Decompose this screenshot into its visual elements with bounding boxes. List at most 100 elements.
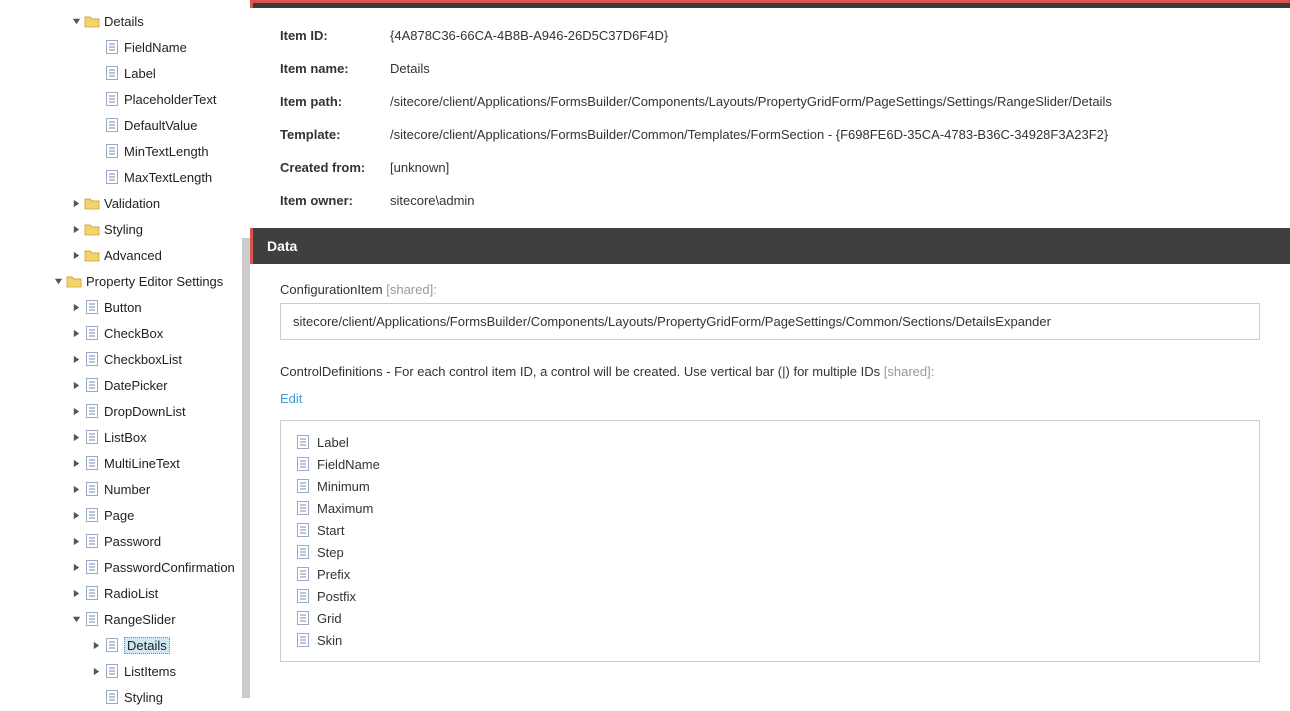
tree-node-rangeslider[interactable]: RangeSlider xyxy=(12,606,250,632)
qi-label-created-from: Created from: xyxy=(280,160,390,175)
list-item[interactable]: Postfix xyxy=(295,585,1245,607)
doc-icon xyxy=(295,456,311,472)
doc-icon xyxy=(104,117,120,133)
tree-node-leaf[interactable]: FieldName xyxy=(12,34,250,60)
doc-icon xyxy=(104,91,120,107)
tree-node-leaf[interactable]: RadioList xyxy=(12,580,250,606)
tree-node-leaf[interactable]: Password xyxy=(12,528,250,554)
tree-node-rs-listitems[interactable]: ListItems xyxy=(12,658,250,684)
tree-node-leaf[interactable]: Label xyxy=(12,60,250,86)
list-item[interactable]: Label xyxy=(295,431,1245,453)
tree-node-leaf[interactable]: DropDownList xyxy=(12,398,250,424)
ribbon-edge xyxy=(250,0,1290,8)
doc-icon xyxy=(104,65,120,81)
tri-right-icon[interactable] xyxy=(70,379,82,391)
tree-node-rs-details[interactable]: Details xyxy=(12,632,250,658)
tree-node-advanced[interactable]: Advanced xyxy=(12,242,250,268)
tri-right-icon[interactable] xyxy=(90,665,102,677)
tree-node-leaf[interactable]: PlaceholderText xyxy=(12,86,250,112)
tri-right-icon[interactable] xyxy=(70,509,82,521)
qi-value-item-path[interactable]: /sitecore/client/Applications/FormsBuild… xyxy=(390,94,1260,109)
tree-node-rs-styling[interactable]: Styling xyxy=(12,684,250,710)
tree-label: DefaultValue xyxy=(124,118,197,133)
tree-node-leaf[interactable]: MaxTextLength xyxy=(12,164,250,190)
sidebar-scrollbar[interactable] xyxy=(242,238,250,698)
content-tree-sidebar[interactable]: Details FieldName LabelPlaceholderText Def… xyxy=(0,0,250,711)
tri-down-icon[interactable] xyxy=(70,613,82,625)
tri-down-icon[interactable] xyxy=(52,275,64,287)
list-item-label: FieldName xyxy=(317,457,380,472)
tree-node-leaf[interactable]: CheckboxList xyxy=(12,346,250,372)
configurationitem-input[interactable] xyxy=(280,303,1260,340)
list-item[interactable]: Skin xyxy=(295,629,1245,651)
tri-right-icon[interactable] xyxy=(70,249,82,261)
qi-value-item-name: Details xyxy=(390,61,1260,76)
doc-icon xyxy=(295,588,311,604)
tri-right-icon[interactable] xyxy=(70,327,82,339)
doc-icon xyxy=(295,566,311,582)
doc-icon xyxy=(295,610,311,626)
tree-node-details[interactable]: Details xyxy=(12,8,250,34)
tri-right-icon[interactable] xyxy=(70,301,82,313)
list-item[interactable]: Grid xyxy=(295,607,1245,629)
section-header-data[interactable]: Data xyxy=(250,228,1290,264)
tri-right-icon[interactable] xyxy=(70,353,82,365)
list-item[interactable]: Prefix xyxy=(295,563,1245,585)
tree-node-leaf[interactable]: MultiLineText xyxy=(12,450,250,476)
tri-right-icon[interactable] xyxy=(70,535,82,547)
tree-label: Styling xyxy=(124,690,163,705)
doc-icon xyxy=(84,585,100,601)
doc-icon xyxy=(104,637,120,653)
list-item-label: Step xyxy=(317,545,344,560)
edit-link[interactable]: Edit xyxy=(280,391,302,406)
tree-label: DropDownList xyxy=(104,404,186,419)
list-item[interactable]: Step xyxy=(295,541,1245,563)
tree-node-validation[interactable]: Validation xyxy=(12,190,250,216)
doc-icon xyxy=(84,533,100,549)
qi-label-template: Template: xyxy=(280,127,390,142)
doc-icon xyxy=(295,522,311,538)
tree-label: MinTextLength xyxy=(124,144,209,159)
controldefinitions-list: Label FieldName MinimumMaximumStart Step Pre… xyxy=(280,420,1260,662)
tree-node-leaf[interactable]: CheckBox xyxy=(12,320,250,346)
tri-right-icon[interactable] xyxy=(70,223,82,235)
list-item-label: Postfix xyxy=(317,589,356,604)
list-item[interactable]: Minimum xyxy=(295,475,1245,497)
tri-down-icon[interactable] xyxy=(70,15,82,27)
qi-value-template[interactable]: /sitecore/client/Applications/FormsBuild… xyxy=(390,127,1260,142)
tree-label: Number xyxy=(104,482,150,497)
doc-icon xyxy=(104,169,120,185)
tri-right-icon[interactable] xyxy=(90,639,102,651)
tree-node-leaf[interactable]: DefaultValue xyxy=(12,112,250,138)
tri-right-icon[interactable] xyxy=(70,457,82,469)
tree-label: Property Editor Settings xyxy=(86,274,223,289)
section-header-label: Data xyxy=(267,238,297,254)
list-item[interactable]: Start xyxy=(295,519,1245,541)
tree-node-leaf[interactable]: ListBox xyxy=(12,424,250,450)
folder-icon xyxy=(84,221,100,237)
tree-node-property-editor-settings[interactable]: Property Editor Settings xyxy=(12,268,250,294)
tri-right-icon[interactable] xyxy=(70,483,82,495)
list-item[interactable]: Maximum xyxy=(295,497,1245,519)
tree-node-leaf[interactable]: Page xyxy=(12,502,250,528)
qi-value-item-id[interactable]: {4A878C36-66CA-4B8B-A946-26D5C37D6F4D} xyxy=(390,28,1260,43)
tri-right-icon[interactable] xyxy=(70,405,82,417)
tri-right-icon[interactable] xyxy=(70,431,82,443)
tree-node-leaf[interactable]: MinTextLength xyxy=(12,138,250,164)
list-item[interactable]: FieldName xyxy=(295,453,1245,475)
tri-right-icon[interactable] xyxy=(70,197,82,209)
qi-label-item-owner: Item owner: xyxy=(280,193,390,208)
tree-node-leaf[interactable]: Number xyxy=(12,476,250,502)
tree-node-leaf[interactable]: DatePicker xyxy=(12,372,250,398)
doc-icon xyxy=(295,434,311,450)
tree-label: Details xyxy=(104,14,144,29)
tree-node-styling[interactable]: Styling xyxy=(12,216,250,242)
tree-node-leaf[interactable]: Button xyxy=(12,294,250,320)
tree-label: FieldName xyxy=(124,40,187,55)
tri-right-icon[interactable] xyxy=(70,561,82,573)
tree-node-leaf[interactable]: PasswordConfirmation xyxy=(12,554,250,580)
doc-icon xyxy=(104,689,120,705)
tri-right-icon[interactable] xyxy=(70,587,82,599)
doc-icon xyxy=(295,544,311,560)
tree-label: Validation xyxy=(104,196,160,211)
